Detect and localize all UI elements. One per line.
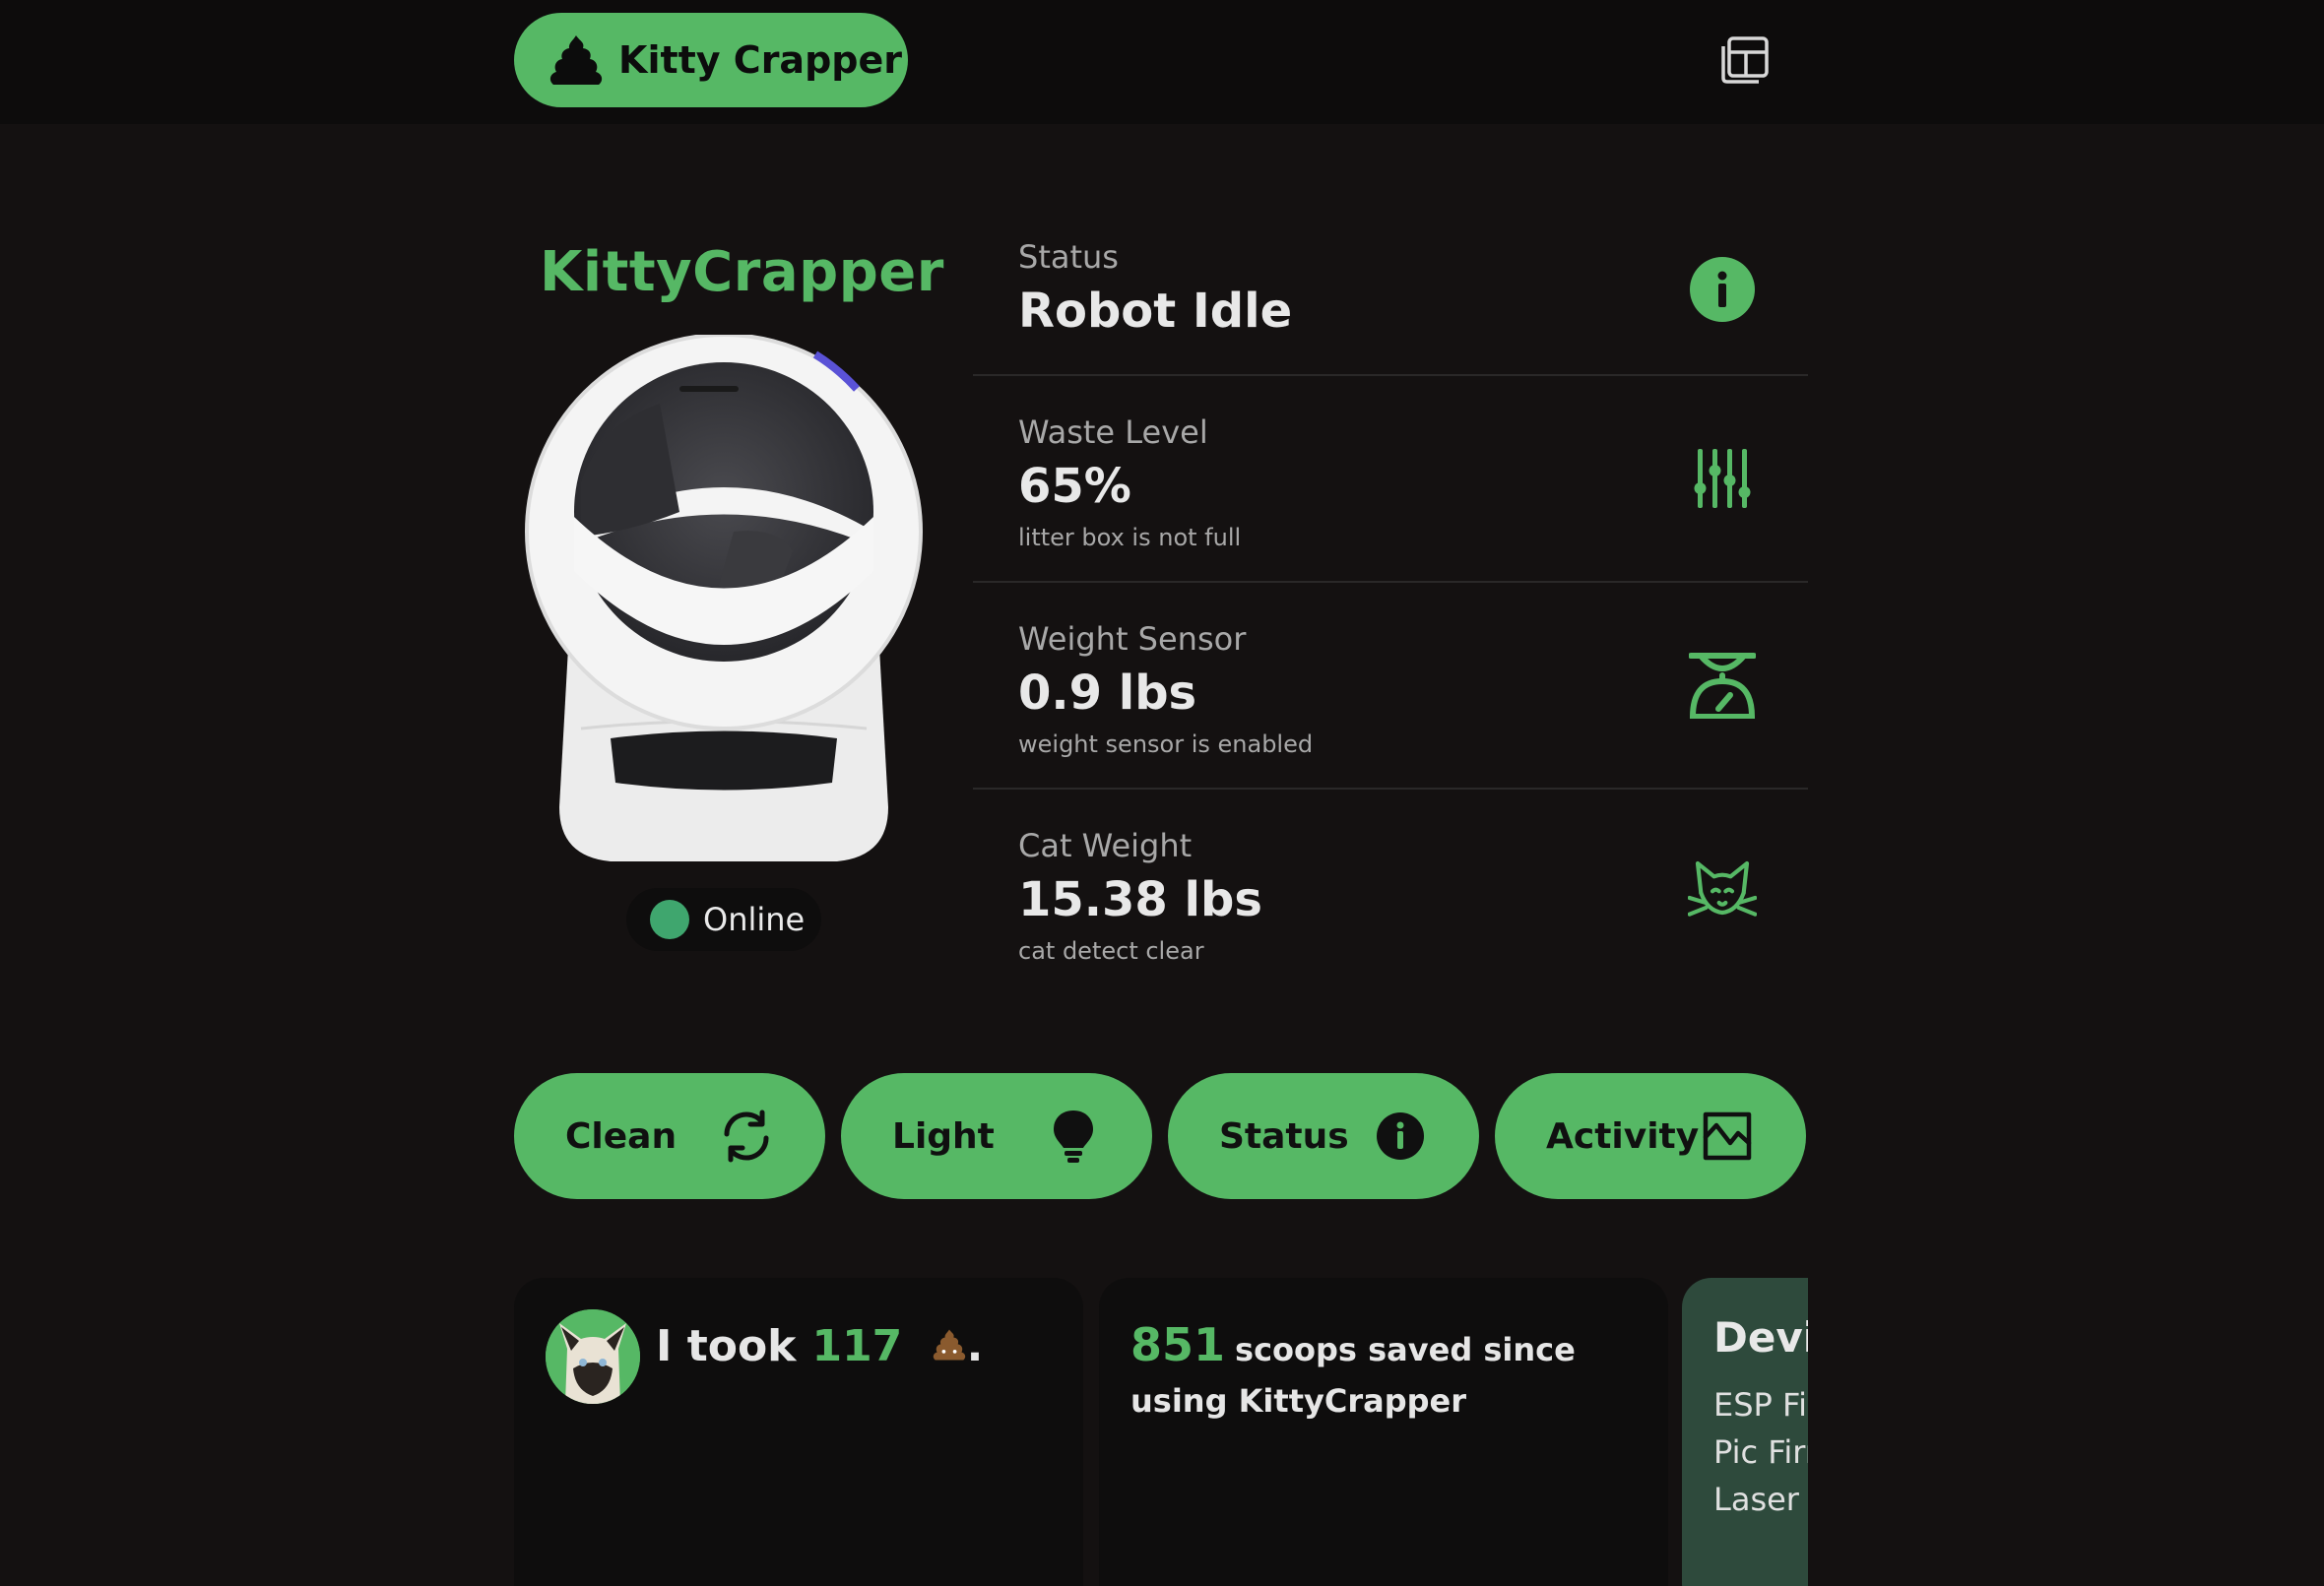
sliders-icon <box>1688 444 1757 513</box>
device-info-line: Pic Firm <box>1713 1433 1808 1471</box>
online-indicator-dot <box>650 900 689 939</box>
stat-waste-level: Waste Level 65% litter box is not full <box>973 376 1808 583</box>
stat-cat-weight: Cat Weight 15.38 lbs cat detect clear <box>973 790 1808 996</box>
lightbulb-icon <box>1044 1107 1103 1166</box>
light-button-label: Light <box>892 1115 995 1157</box>
poop-icon <box>549 35 603 85</box>
usage-count: 117 <box>811 1321 903 1371</box>
light-button[interactable]: Light <box>841 1073 1152 1199</box>
stat-label: Cat Weight <box>1018 827 1193 864</box>
brand-button[interactable]: Kitty Crapper <box>514 13 908 107</box>
info-icon[interactable] <box>1688 255 1757 324</box>
status-button[interactable]: Status <box>1168 1073 1479 1199</box>
stat-value: 15.38 lbs <box>1018 872 1262 927</box>
activity-button[interactable]: Activity <box>1495 1073 1806 1199</box>
refresh-icon <box>717 1107 776 1166</box>
status-button-label: Status <box>1219 1115 1349 1157</box>
stat-label: Status <box>1018 238 1119 276</box>
scale-icon <box>1688 651 1757 720</box>
usage-suffix: . <box>966 1321 984 1371</box>
stat-subtext: cat detect clear <box>1018 937 1204 965</box>
connection-status-pill: Online <box>626 888 821 951</box>
info-cards: I took 117 . 851 scoops saved since using … <box>514 1278 1808 1586</box>
stat-value: Robot Idle <box>1018 284 1293 339</box>
brand-label: Kitty Crapper <box>618 38 902 82</box>
stat-weight-sensor: Weight Sensor 0.9 lbs weight sensor is e… <box>973 583 1808 790</box>
activity-button-label: Activity <box>1546 1115 1700 1157</box>
device-info-title: Devic <box>1713 1313 1808 1362</box>
layout-icon <box>1721 36 1769 84</box>
stats-panel: Status Robot Idle Waste Level 65% litter… <box>973 219 1808 996</box>
usage-count-text: I took 117 . <box>656 1321 983 1371</box>
cat-icon <box>1688 858 1757 927</box>
device-info-line: ESP Fir <box>1713 1386 1808 1424</box>
device-info-line: Laser E <box>1713 1481 1808 1518</box>
clean-button-label: Clean <box>565 1115 678 1157</box>
litter-robot-image <box>525 335 923 861</box>
chart-icon <box>1698 1107 1757 1166</box>
stat-label: Weight Sensor <box>1018 620 1247 658</box>
clean-button[interactable]: Clean <box>514 1073 825 1199</box>
device-info-card: Devic ESP Fir Pic Firm Laser E <box>1682 1278 1808 1586</box>
action-buttons: Clean Light Status Activity <box>514 1073 1808 1199</box>
stat-label: Waste Level <box>1018 413 1208 451</box>
stat-status: Status Robot Idle <box>973 219 1808 376</box>
stat-subtext: weight sensor is enabled <box>1018 730 1314 758</box>
usage-prefix: I took <box>656 1321 797 1371</box>
stat-subtext: litter box is not full <box>1018 524 1242 551</box>
layout-toggle-button[interactable] <box>1717 32 1773 88</box>
poop-icon <box>933 1329 965 1361</box>
scoops-card: 851 scoops saved since using KittyCrapper <box>1099 1278 1668 1586</box>
usage-card: I took 117 . <box>514 1278 1083 1586</box>
stat-value: 0.9 lbs <box>1018 666 1197 721</box>
device-name: KittyCrapper <box>540 240 944 304</box>
scoops-count: 851 <box>1130 1318 1226 1371</box>
connection-status-label: Online <box>703 901 806 938</box>
scoops-text: 851 scoops saved since using KittyCrapper <box>1130 1319 1643 1427</box>
top-bar: Kitty Crapper <box>0 0 2324 124</box>
cat-avatar <box>546 1309 640 1404</box>
info-icon <box>1371 1107 1430 1166</box>
stat-value: 65% <box>1018 459 1131 514</box>
